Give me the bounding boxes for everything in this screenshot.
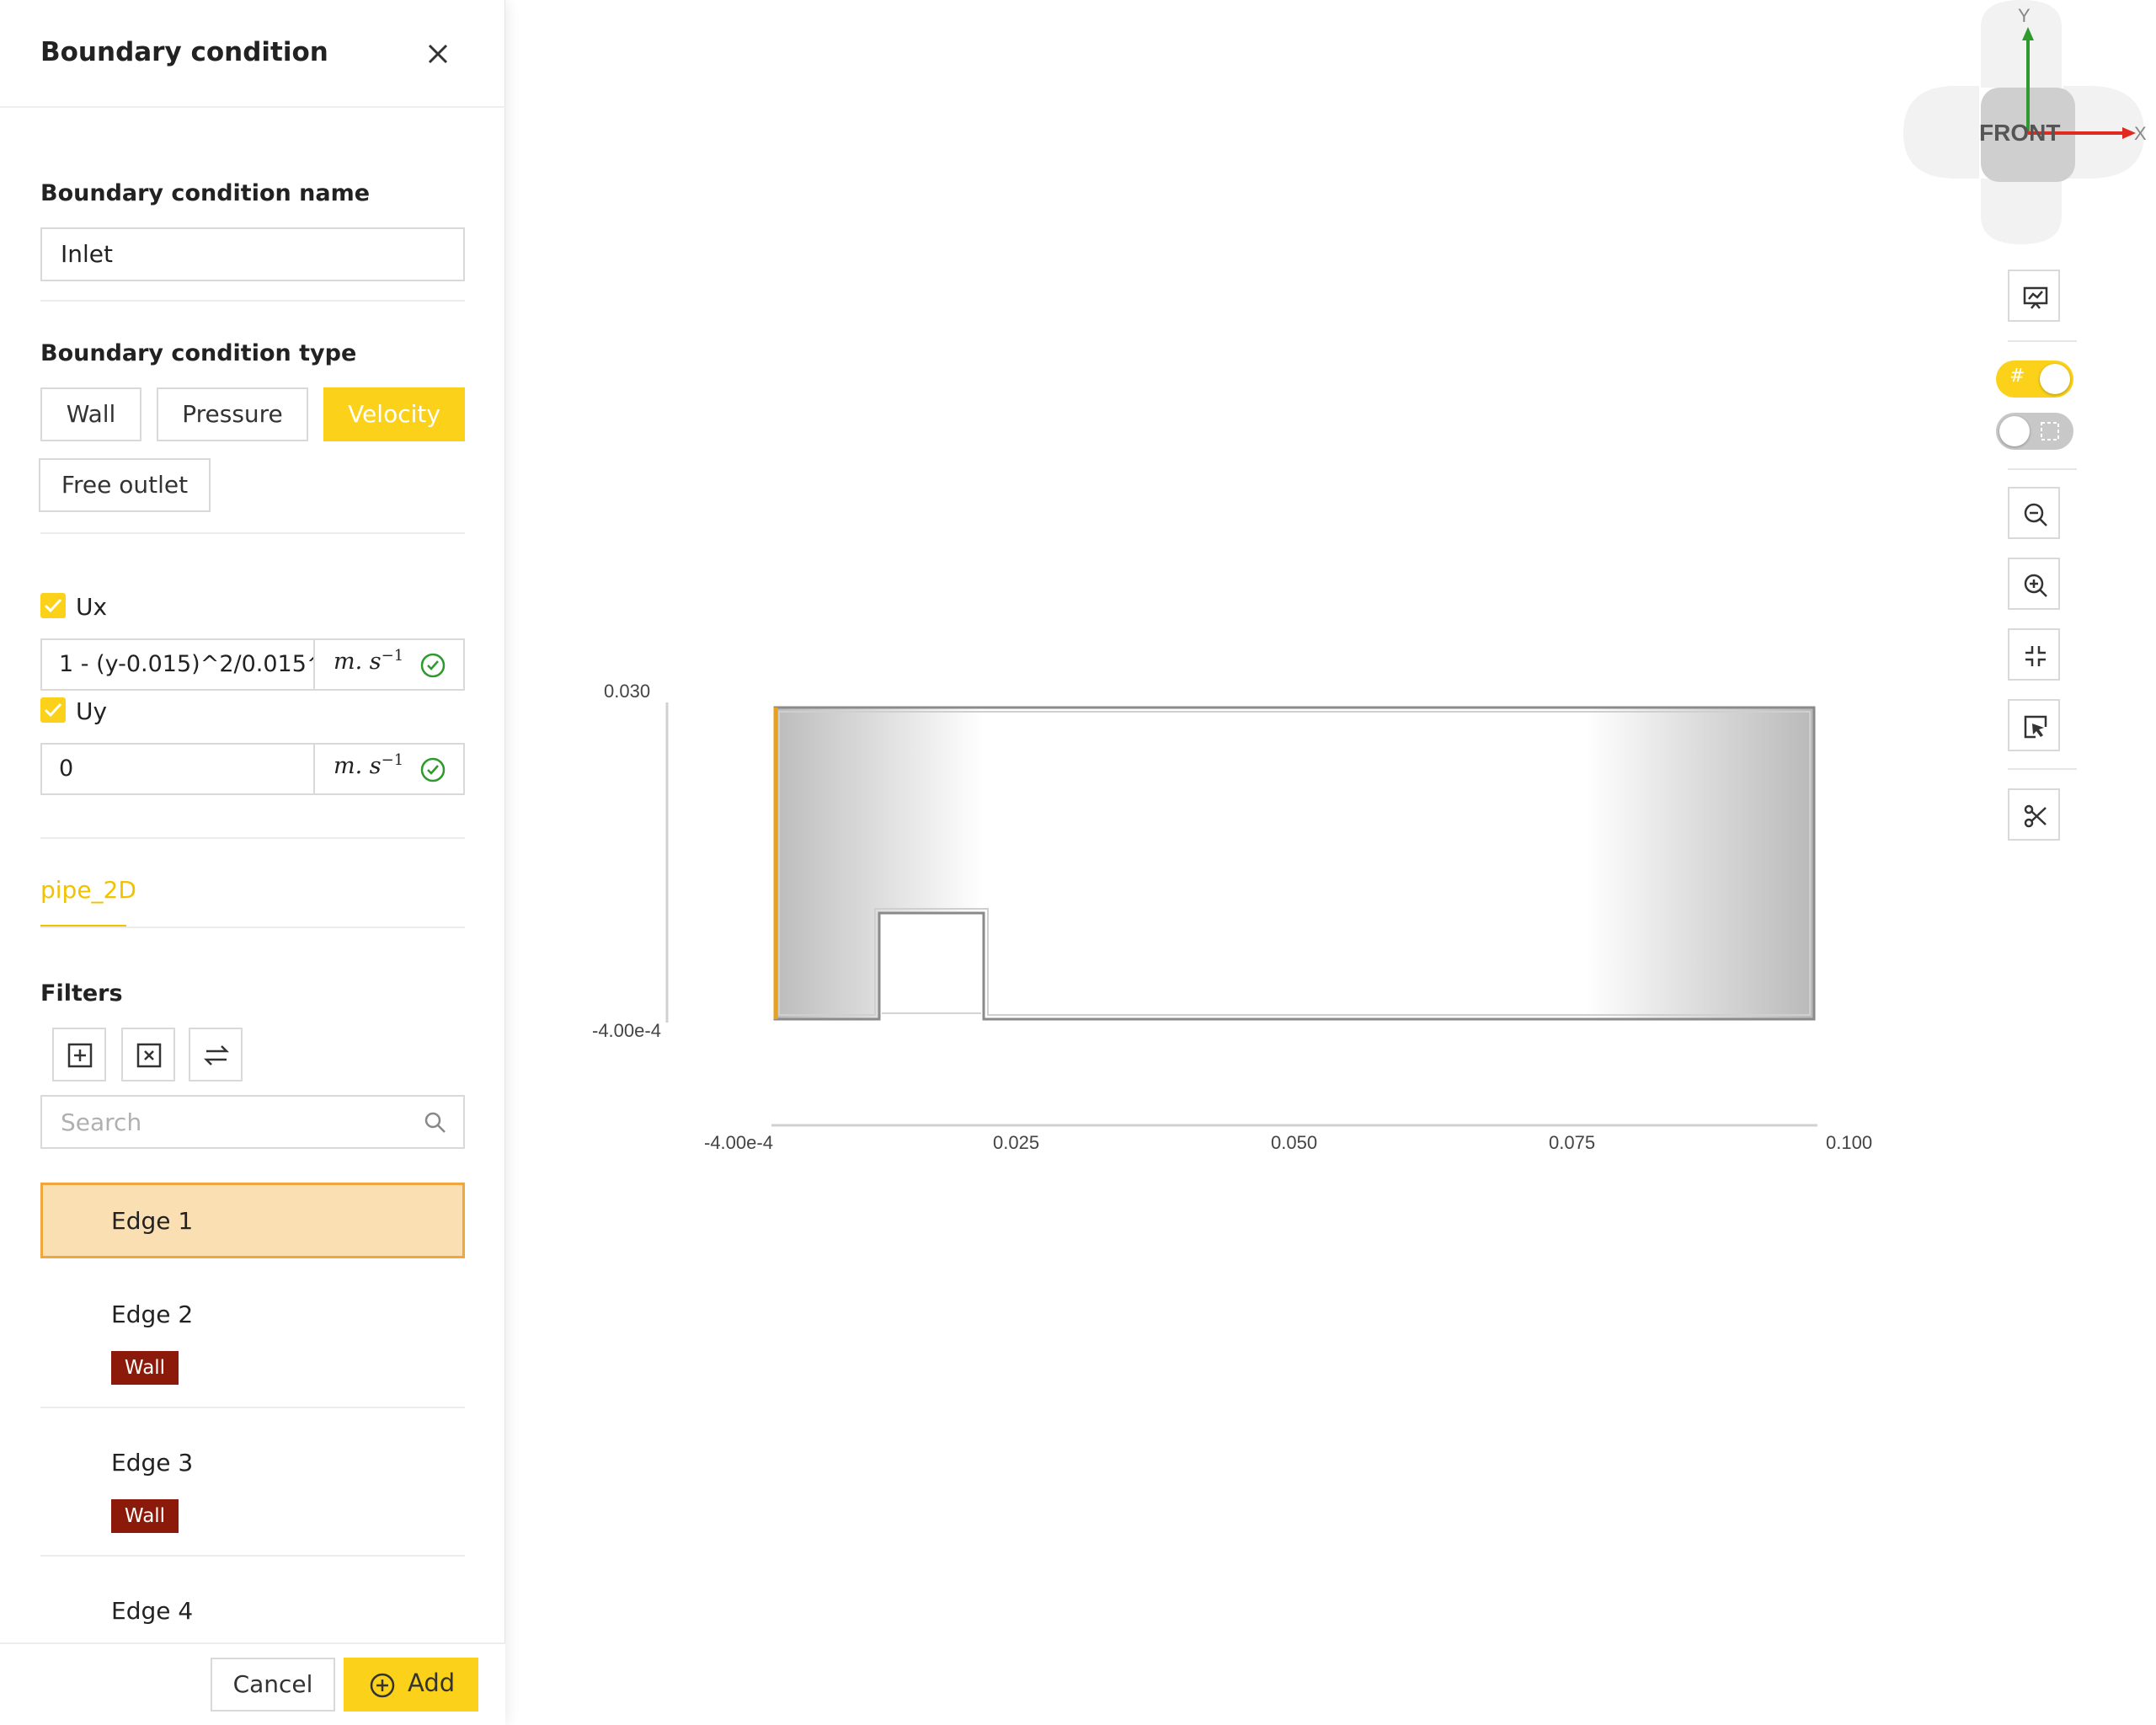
geometry-canvas[interactable]	[0, 0, 2156, 1725]
presentation-chart-icon	[2023, 286, 2048, 309]
x-tick-label: 0.050	[1271, 1132, 1318, 1153]
screenshot-button[interactable]	[2008, 270, 2060, 322]
fit-view-button[interactable]	[2008, 628, 2060, 681]
x-tick-label: 0.025	[993, 1132, 1040, 1153]
y-tick-label: 0.030	[604, 681, 651, 702]
zoom-in-button[interactable]	[2008, 558, 2060, 610]
toolbar-divider	[2008, 768, 2077, 770]
zoom-in-icon	[2024, 574, 2047, 597]
select-tool-button[interactable]	[2008, 699, 2060, 751]
step-obstacle	[882, 916, 981, 1013]
zoom-out-button[interactable]	[2008, 487, 2060, 539]
x-tick-label: 0.075	[1549, 1132, 1596, 1153]
cut-tool-button[interactable]	[2008, 788, 2060, 841]
x-tick-label: -4.00e-4	[704, 1132, 773, 1153]
toggle-knob	[2040, 364, 2070, 394]
dashed-square-icon	[2041, 422, 2059, 441]
view-cube-front-label: FRONT	[1979, 120, 2061, 146]
grid-toggle[interactable]: #	[1996, 360, 2073, 398]
zoom-out-icon	[2024, 503, 2047, 526]
select-cursor-icon	[2024, 715, 2047, 739]
view-cube-bottom-lobe[interactable]	[1981, 179, 2062, 244]
y-tick-label: -4.00e-4	[592, 1020, 661, 1041]
view-cube-left-lobe[interactable]	[1903, 86, 1979, 179]
scissors-icon	[2024, 804, 2047, 828]
outline-toggle[interactable]	[1996, 413, 2073, 450]
collapse-icon	[2025, 646, 2046, 666]
toolbar-divider	[2008, 340, 2077, 342]
x-tick-label: 0.100	[1826, 1132, 1873, 1153]
grid-hash-icon: #	[2009, 366, 2025, 387]
toolbar-divider	[2008, 468, 2077, 470]
y-axis-label: Y	[2018, 5, 2031, 26]
x-axis-label: X	[2134, 123, 2147, 144]
toggle-knob	[1999, 416, 2030, 446]
